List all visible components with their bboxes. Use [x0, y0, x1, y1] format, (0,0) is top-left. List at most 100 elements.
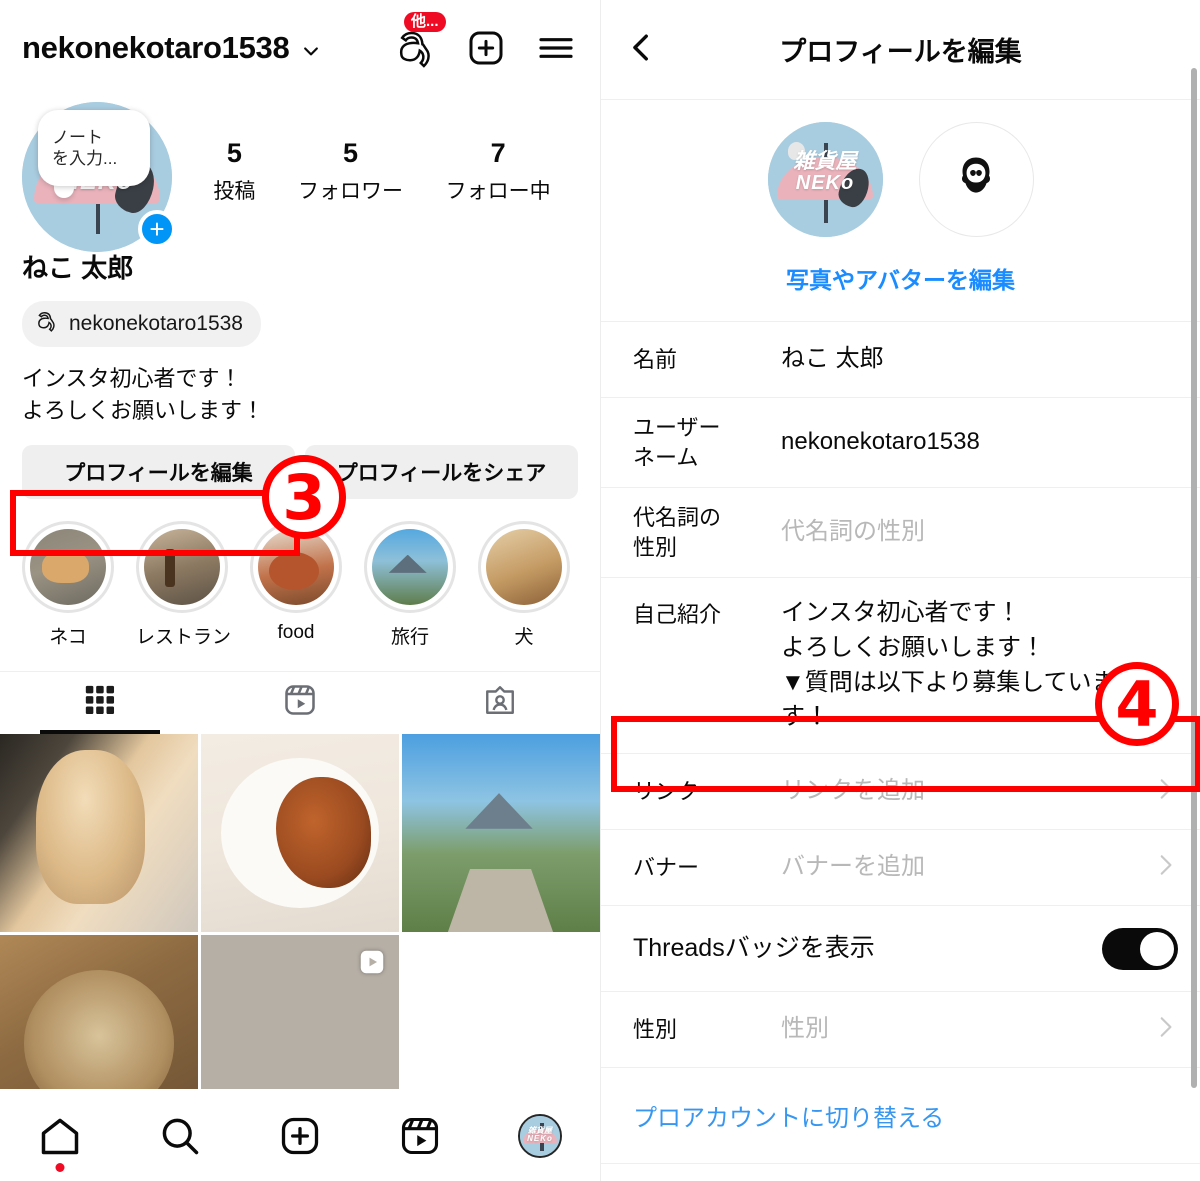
- share-profile-button[interactable]: プロフィールをシェア: [305, 444, 578, 499]
- field-row-name[interactable]: 名前 ねこ 太郎: [601, 322, 1200, 398]
- highlight-item[interactable]: ネコ: [22, 520, 114, 649]
- field-placeholder[interactable]: 代名詞の性別: [781, 515, 1178, 550]
- tab-reels[interactable]: [200, 672, 400, 734]
- nav-profile[interactable]: 雑貨屋 NEKo: [518, 1113, 562, 1158]
- stat-posts-count: 5: [226, 137, 242, 168]
- highlight-ring: [136, 520, 228, 613]
- grid-post[interactable]: [402, 733, 600, 932]
- switch-to-pro-account-link[interactable]: プロアカウントに切り替える: [601, 1068, 1200, 1165]
- profile-top-bar: nekonekotaro1538 他...: [0, 0, 600, 96]
- chevron-down-icon[interactable]: [301, 41, 321, 61]
- nav-search[interactable]: [158, 1114, 202, 1158]
- edit-profile-button[interactable]: プロフィールを編集: [22, 444, 295, 499]
- account-switcher-username[interactable]: nekonekotaro1538: [22, 30, 290, 66]
- highlight-cover: [486, 528, 562, 605]
- personal-info-settings-link[interactable]: 個人の情報の設定: [601, 1164, 1200, 1181]
- field-placeholder[interactable]: リンクを追加: [781, 774, 1142, 809]
- threads-handle-chip[interactable]: nekonekotaro1538: [22, 301, 261, 347]
- field-row-gender[interactable]: 性別 性別: [601, 992, 1200, 1069]
- threads-badge-toggle[interactable]: [1102, 927, 1178, 970]
- edit-profile-top-bar: プロフィールを編集: [601, 0, 1200, 100]
- edit-profile-screen: プロフィールを編集 雑貨屋 NEKo 写真やアバターを編集 名前 ねこ 太郎 ユ…: [600, 0, 1200, 1181]
- profile-content-tabs: [0, 670, 600, 734]
- field-label: バナー: [633, 854, 700, 880]
- nav-home[interactable]: [38, 1114, 82, 1172]
- field-label: 自己紹介: [633, 602, 722, 627]
- field-row-link[interactable]: リンク リンクを追加: [601, 754, 1200, 831]
- highlight-item[interactable]: レストラン: [136, 520, 232, 649]
- avatar: 雑貨屋 NEKo: [518, 1113, 562, 1158]
- bottom-navigation-bar: 雑貨屋 NEKo: [0, 1089, 600, 1181]
- grid-post[interactable]: [201, 733, 399, 932]
- field-label: 代名詞の 性別: [633, 504, 722, 560]
- field-row-username[interactable]: ユーザー ネーム nekonekotaro1538: [601, 398, 1200, 488]
- field-label: ユーザー ネーム: [633, 414, 721, 470]
- home-notification-dot: [55, 1162, 65, 1172]
- field-row-threads-badge[interactable]: Threadsバッジを表示: [601, 906, 1200, 993]
- screenshot-root: nekonekotaro1538 他... ノート を入力... + 5 投稿 …: [0, 0, 1200, 1181]
- profile-bio-block: ねこ 太郎 nekonekotaro1538 インスタ初心者です！ よろしくお願…: [0, 236, 600, 427]
- profile-bio-line-1: インスタ初心者です！: [22, 366, 242, 391]
- highlight-item[interactable]: food: [250, 520, 342, 649]
- post-thumbnail: [402, 733, 600, 932]
- threads-notification-badge: 他...: [404, 12, 446, 32]
- chevron-right-icon: [1152, 776, 1178, 807]
- edit-avatar-logo-top: 雑貨屋: [793, 149, 857, 173]
- field-value[interactable]: nekonekotaro1538: [781, 425, 1178, 460]
- highlight-ring: [364, 520, 456, 613]
- highlight-label: 旅行: [390, 626, 429, 648]
- note-bubble[interactable]: ノート を入力...: [38, 110, 150, 186]
- field-row-banner[interactable]: バナー バナーを追加: [601, 830, 1200, 907]
- field-value[interactable]: ねこ 太郎: [781, 342, 1178, 377]
- avatar-chooser: 雑貨屋 NEKo: [601, 100, 1200, 237]
- page-title: プロフィールを編集: [779, 37, 1022, 67]
- reels-icon: [282, 682, 318, 723]
- tab-grid[interactable]: [0, 672, 200, 734]
- tab-tagged[interactable]: [400, 672, 600, 734]
- highlight-ring: [478, 520, 570, 613]
- stat-following[interactable]: 7 フォロー中: [446, 138, 551, 205]
- profile-bio-line-2: よろしくお願いします！: [22, 397, 265, 423]
- field-label: 性別: [633, 1016, 678, 1042]
- stat-posts[interactable]: 5 投稿: [213, 138, 255, 205]
- highlight-item[interactable]: 旅行: [364, 520, 456, 649]
- threads-handle-text: nekonekotaro1538: [69, 312, 243, 335]
- stat-following-count: 7: [490, 137, 506, 168]
- plus-square-icon[interactable]: [466, 28, 506, 68]
- highlight-cover: [372, 528, 448, 605]
- profile-stats: 5 投稿 5 フォロワー 7 フォロー中: [172, 138, 572, 217]
- chevron-left-icon[interactable]: [625, 30, 659, 69]
- highlight-cover: [144, 528, 220, 605]
- vertical-scrollbar[interactable]: [1191, 68, 1197, 1088]
- highlight-item[interactable]: 犬: [478, 520, 570, 649]
- edit-avatar-logo-bottom: NEKo: [795, 171, 855, 194]
- field-placeholder[interactable]: 性別: [781, 1012, 1142, 1047]
- stat-followers-label: フォロワー: [297, 179, 403, 203]
- highlight-label: レストラン: [136, 626, 232, 648]
- post-thumbnail: [0, 733, 198, 932]
- edit-photo-avatar-link[interactable]: 写真やアバターを編集: [601, 237, 1200, 322]
- hamburger-menu-icon[interactable]: [536, 28, 576, 68]
- highlight-label: 犬: [514, 626, 534, 648]
- profile-bio: インスタ初心者です！ よろしくお願いします！: [22, 363, 578, 427]
- nav-reels[interactable]: [398, 1114, 442, 1158]
- instagram-profile-screen: nekonekotaro1538 他... ノート を入力... + 5 投稿 …: [0, 0, 600, 1181]
- reels-icon: [357, 947, 387, 982]
- field-placeholder[interactable]: バナーを追加: [781, 850, 1142, 885]
- grid-post[interactable]: [0, 733, 198, 932]
- avatar-face-icon: [952, 153, 1000, 206]
- field-label: リンク: [633, 778, 700, 804]
- field-row-pronouns[interactable]: 代名詞の 性別 代名詞の性別: [601, 488, 1200, 578]
- profile-photo-option[interactable]: 雑貨屋 NEKo: [767, 122, 883, 237]
- chevron-right-icon: [1152, 1014, 1178, 1045]
- plus-circle-icon[interactable]: +: [138, 210, 176, 248]
- nav-create[interactable]: [278, 1114, 322, 1158]
- highlight-cover: [30, 528, 106, 605]
- stat-followers-count: 5: [342, 137, 358, 168]
- threads-button[interactable]: 他...: [396, 12, 446, 68]
- stat-followers[interactable]: 5 フォロワー: [298, 138, 403, 205]
- avatar-option[interactable]: [918, 122, 1034, 237]
- note-line-2: を入力...: [52, 149, 118, 168]
- field-label: Threadsバッジを表示: [633, 933, 875, 962]
- annotation-marker-4: 4: [1095, 662, 1179, 746]
